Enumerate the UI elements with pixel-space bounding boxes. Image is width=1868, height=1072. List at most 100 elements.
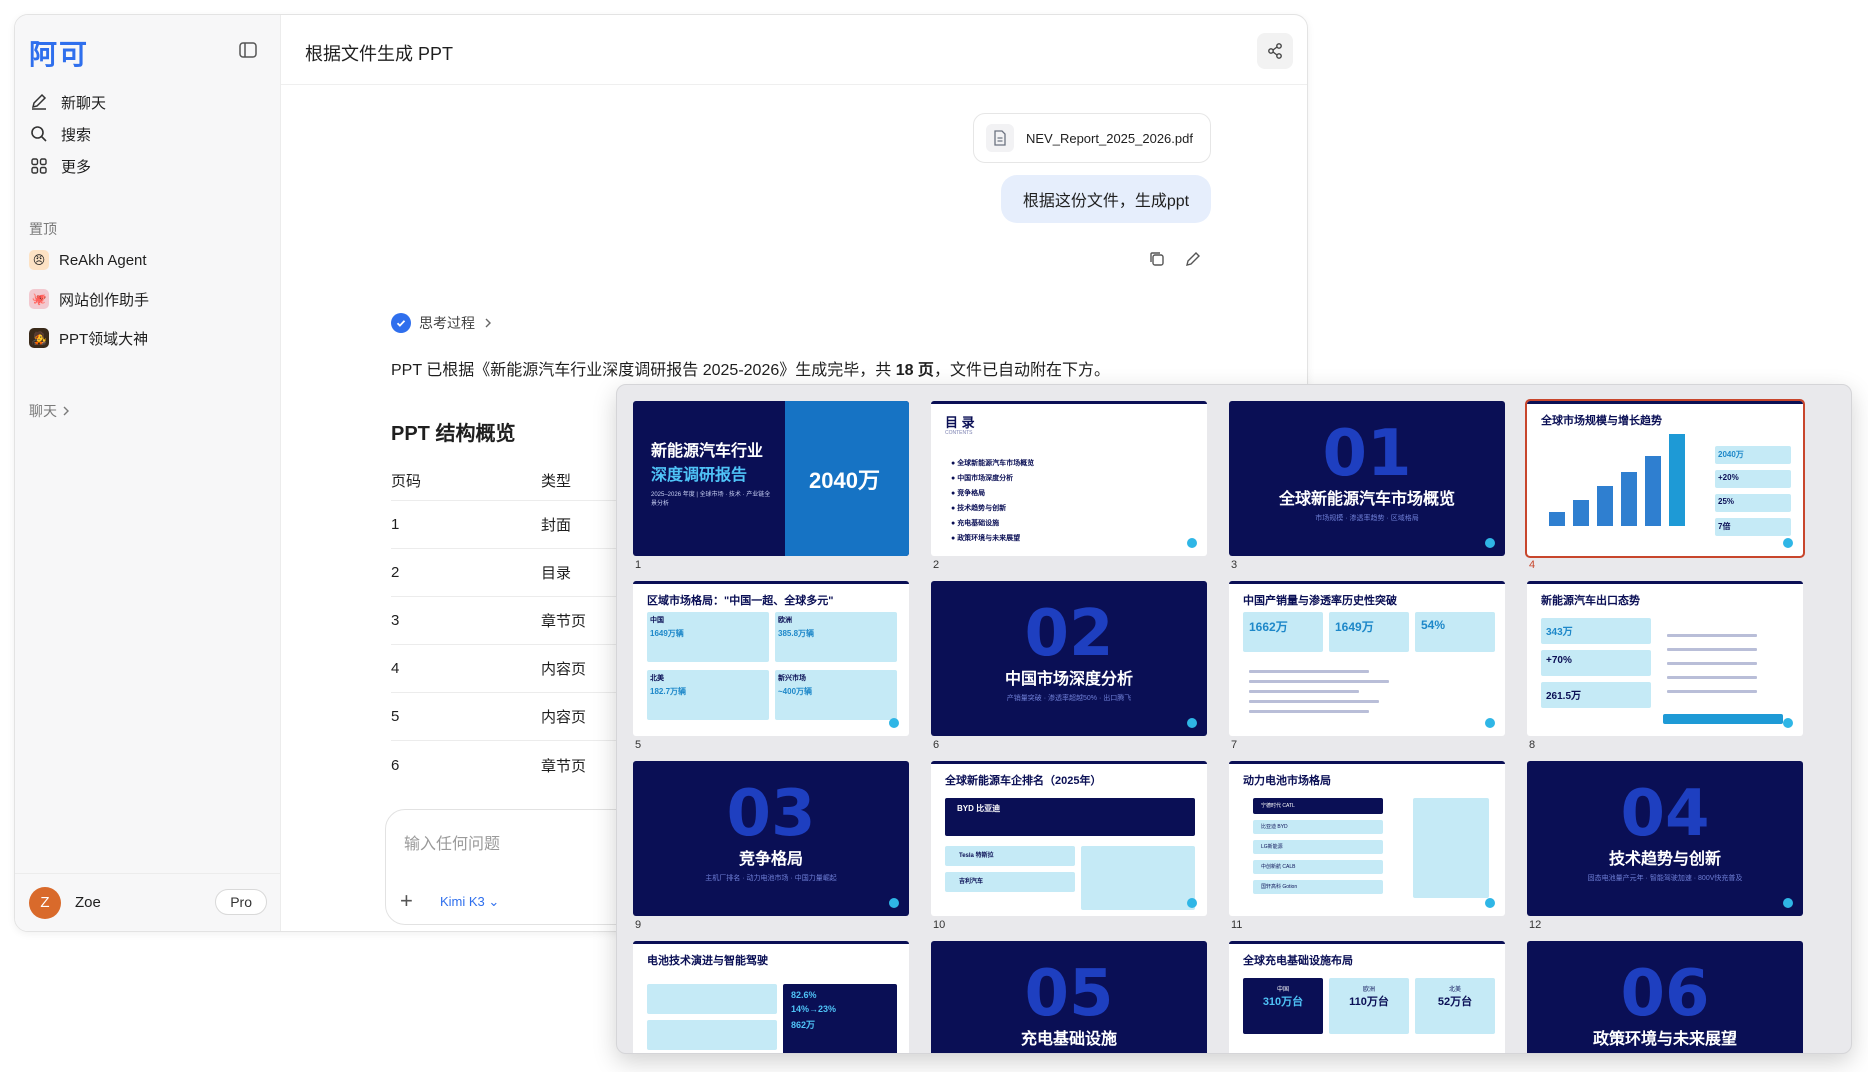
user-message: 根据这份文件，生成ppt — [1001, 175, 1211, 223]
region-name: 欧洲 — [1362, 987, 1375, 993]
table-cell: 内容页 — [541, 661, 587, 678]
section-number: 03 — [726, 777, 816, 851]
thinking-label: 思考过程 — [419, 315, 475, 331]
slide-number: 7 — [1231, 739, 1238, 751]
section-subtitle: 固态电池量产元年 · 智能驾驶加速 · 800V快充普及 — [1587, 875, 1743, 882]
pinned-label-text: ReAkh Agent — [59, 251, 147, 269]
region-name: 北美 — [650, 675, 664, 682]
slide-thumbnail[interactable]: 01 全球新能源汽车市场概览 市场规模 · 渗透率趋势 · 区域格局 — [1229, 401, 1505, 556]
slide-dot — [889, 898, 899, 908]
table-cell: 6 — [391, 756, 400, 774]
search-icon — [31, 126, 47, 142]
slide-thumbnail[interactable]: 目 录 CONTENTS ● 全球新能源汽车市场概览 ● 中国市场深度分析 ● … — [931, 401, 1207, 556]
slide-dot — [1485, 538, 1495, 548]
slide-thumbnail[interactable]: 03 竞争格局 主机厂排名 · 动力电池市场 · 中国力量崛起 — [633, 761, 909, 916]
sidebar-toggle-icon[interactable] — [237, 39, 259, 61]
cover-title: 新能源汽车行业 — [651, 443, 764, 460]
edit-icon — [31, 93, 47, 110]
slide-subtitle: CONTENTS — [945, 430, 973, 436]
top-brand: BYD 比亚迪 — [957, 804, 1001, 813]
table-cell: 2 — [391, 564, 400, 581]
brand-row: 吉利汽车 — [959, 879, 984, 885]
grid-icon — [31, 158, 47, 174]
stat-value: 25% — [1718, 497, 1735, 506]
battery-row: LG新能源 — [1261, 844, 1283, 850]
pinned-item-reakh[interactable]: 😠 ReAkh Agent — [29, 245, 147, 275]
nav-label: 新聊天 — [61, 94, 107, 112]
user-profile[interactable]: Z Zoe Pro — [15, 873, 281, 931]
slide-thumbnail[interactable]: 全球充电基础设施布局 中国 310万台 欧洲 110万台 北美 52万台 — [1229, 941, 1505, 1053]
slide-thumbnail[interactable]: 电池技术演进与智能驾驶 82.6% 14%→23% 862万 — [633, 941, 909, 1053]
answer-prefix: PPT 已根据《新能源汽车行业深度调研报告 2025-2026》生成完毕，共 — [391, 362, 896, 379]
toc-item: 技术趋势与创新 — [957, 505, 1007, 512]
nav-more[interactable]: 更多 — [29, 151, 91, 181]
table-cell: 4 — [391, 660, 400, 677]
edit-message-icon[interactable] — [1183, 249, 1203, 269]
sidebar: 阿可 新聊天 搜索 更多 置顶 😠 ReAkh Agent 🐙 网站创作助手 🧑… — [15, 15, 281, 931]
slide-thumbnail-selected[interactable]: 全球市场规模与增长趋势 2040万 +20% 25% 7倍 — [1525, 399, 1805, 558]
slide-dot — [889, 718, 899, 728]
toc-item: 政策环境与未来展望 — [957, 535, 1021, 542]
slide-thumbnail[interactable]: 新能源汽车行业 深度调研报告 2025–2026 年度 | 全球市场 · 技术 … — [633, 401, 909, 556]
file-icon — [986, 124, 1014, 152]
slide-number: 11 — [1231, 919, 1243, 931]
table-cell: 章节页 — [541, 757, 587, 775]
slide-number: 8 — [1529, 739, 1536, 751]
slide-title: 全球充电基础设施布局 — [1243, 955, 1353, 967]
share-button[interactable] — [1257, 33, 1293, 69]
battery-row: 中创新航 CALB — [1261, 864, 1296, 870]
slide-thumbnail[interactable]: 05 充电基础设施 — [931, 941, 1207, 1053]
ppt-preview-panel[interactable]: 新能源汽车行业 深度调研报告 2025–2026 年度 | 全球市场 · 技术 … — [616, 384, 1852, 1054]
chats-section-toggle[interactable]: 聊天 — [29, 401, 71, 421]
slide-thumbnail[interactable]: 新能源汽车出口态势 343万 +70% 261.5万 — [1527, 581, 1803, 736]
section-title: 充电基础设施 — [1020, 1031, 1117, 1048]
stat-value: 2040万 — [1718, 450, 1744, 459]
answer-pages: 18 页 — [895, 362, 934, 379]
copy-icon[interactable] — [1147, 249, 1167, 269]
nav-search[interactable]: 搜索 — [29, 119, 91, 149]
slide-dot — [1187, 718, 1197, 728]
pinned-label-text: PPT领域大神 — [59, 330, 149, 348]
toc-item: 全球新能源汽车市场概览 — [957, 460, 1035, 467]
chevron-down-icon: ⌄ — [488, 894, 500, 909]
attach-button[interactable]: + — [400, 888, 413, 914]
check-icon — [391, 313, 411, 333]
slide-thumbnail[interactable]: 区域市场格局："中国一超、全球多元" 中国 1649万辆 欧洲 385.8万辆 北美… — [633, 581, 909, 736]
avatar: Z — [29, 886, 61, 919]
chats-label: 聊天 — [29, 403, 57, 419]
nav-new-chat[interactable]: 新聊天 — [29, 87, 106, 117]
slide-thumbnail[interactable]: 04 技术趋势与创新 固态电池量产元年 · 智能驾驶加速 · 800V快充普及 — [1527, 761, 1803, 916]
app-logo[interactable]: 阿可 — [29, 33, 89, 73]
stat-value: 310万台 — [1262, 996, 1304, 1008]
stat-value: 343万 — [1546, 627, 1573, 638]
stat-value: 1662万 — [1249, 620, 1288, 634]
plan-badge[interactable]: Pro — [215, 889, 267, 915]
slide-thumbnail[interactable]: 中国产销量与渗透率历史性突破 1662万 1649万 54% — [1229, 581, 1505, 736]
message-actions — [1147, 249, 1203, 269]
slide-number: 3 — [1231, 559, 1238, 571]
section-subtitle: 产销量突破 · 渗透率超越50% · 出口腾飞 — [1006, 695, 1132, 702]
slide-thumbnail[interactable]: 02 中国市场深度分析 产销量突破 · 渗透率超越50% · 出口腾飞 — [931, 581, 1207, 736]
composer-input[interactable]: 输入任何问题 — [404, 830, 500, 854]
pinned-item-website[interactable]: 🐙 网站创作助手 — [29, 284, 149, 314]
slide-dot — [1187, 898, 1197, 908]
table-cell: 目录 — [541, 565, 572, 582]
conversation-title: 根据文件生成 PPT — [305, 44, 454, 64]
table-cell: 3 — [391, 612, 400, 629]
chevron-right-icon — [63, 406, 69, 416]
slide-thumbnail[interactable]: 06 政策环境与未来展望 — [1527, 941, 1803, 1053]
slide-title: 动力电池市场格局 — [1243, 775, 1331, 787]
stat-value: +70% — [1546, 655, 1572, 666]
slide-title: 区域市场格局："中国一超、全球多元" — [647, 595, 834, 607]
slide-thumbnail[interactable]: 全球新能源车企排名（2025年） BYD 比亚迪 Tesla 特斯拉 吉利汽车 — [931, 761, 1207, 916]
slide-thumbnail[interactable]: 动力电池市场格局 宁德时代 CATL 比亚迪 BYD LG新能源 中创新航 CA… — [1229, 761, 1505, 916]
battery-row: 国轩高科 Gotion — [1261, 884, 1298, 890]
attached-file[interactable]: NEV_Report_2025_2026.pdf — [973, 113, 1211, 163]
section-subtitle: 市场规模 · 渗透率趋势 · 区域格局 — [1315, 515, 1419, 522]
region-value: ~400万辆 — [778, 687, 813, 696]
slide-number: 6 — [933, 739, 940, 751]
pinned-item-ppt[interactable]: 🧑‍🎤 PPT领域大神 — [29, 323, 148, 353]
model-selector[interactable]: Kimi K3 ⌄ — [440, 894, 499, 910]
stat-value: 82.6% — [791, 990, 817, 1000]
thinking-toggle[interactable]: 思考过程 — [391, 313, 493, 333]
